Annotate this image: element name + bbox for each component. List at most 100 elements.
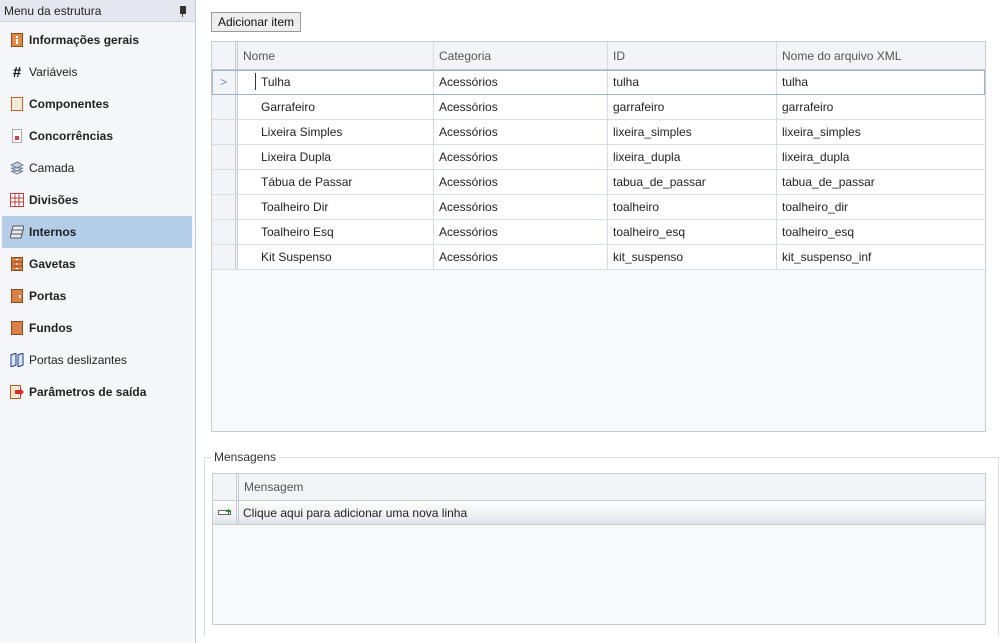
menu-item-variaveis[interactable]: # Variáveis — [2, 56, 192, 88]
main-content: Adicionar item Nome Categoria ID Nome do… — [201, 0, 1003, 643]
row-selector[interactable] — [212, 245, 238, 269]
cell-nome[interactable]: Tulha — [238, 70, 434, 94]
menu-item-label: Informações gerais — [29, 33, 140, 47]
structure-menu-title: Menu da estrutura — [4, 3, 102, 18]
row-selector-header[interactable] — [212, 42, 238, 69]
messages-legend: Mensagens — [211, 450, 280, 464]
menu-item-camada[interactable]: Camada — [2, 152, 192, 184]
menu-item-label: Divisões — [29, 193, 79, 207]
menu-item-componentes[interactable]: Componentes — [2, 88, 192, 120]
cell-nome[interactable]: Lixeira Simples — [238, 120, 434, 144]
export-icon — [10, 385, 24, 399]
grid-divisions-icon — [10, 193, 24, 207]
column-header-xml[interactable]: Nome do arquivo XML — [777, 42, 984, 69]
menu-item-informacoes-gerais[interactable]: Informações gerais — [2, 24, 192, 56]
table-row[interactable]: Toalheiro Dir Acessórios toalheiro toalh… — [212, 195, 985, 220]
cell-id[interactable]: lixeira_dupla — [608, 145, 777, 169]
cell-nome[interactable]: Toalheiro Esq — [238, 220, 434, 244]
structure-menu-list: Informações gerais # Variáveis Component… — [0, 22, 195, 408]
cell-categoria[interactable]: Acessórios — [434, 220, 608, 244]
cell-categoria[interactable]: Acessórios — [434, 245, 608, 269]
table-row[interactable]: Kit Suspenso Acessórios kit_suspenso kit… — [212, 245, 985, 270]
row-selector[interactable] — [212, 170, 238, 194]
cell-nome[interactable]: Lixeira Dupla — [238, 145, 434, 169]
row-selector[interactable] — [213, 501, 239, 524]
internals-grid: Nome Categoria ID Nome do arquivo XML > … — [211, 41, 986, 432]
cell-xml[interactable]: tulha — [777, 70, 984, 94]
menu-item-label: Gavetas — [29, 257, 76, 271]
menu-item-portas[interactable]: Portas — [2, 280, 192, 312]
cell-categoria[interactable]: Acessórios — [434, 145, 608, 169]
messages-group: Mensagens Mensagem Clique aqui para adic… — [204, 450, 999, 636]
shelf-icon — [10, 225, 24, 239]
row-selector[interactable] — [212, 220, 238, 244]
cell-categoria[interactable]: Acessórios — [434, 70, 608, 94]
column-header-id[interactable]: ID — [608, 42, 777, 69]
menu-item-label: Fundos — [29, 321, 73, 335]
menu-item-concorrencias[interactable]: Concorrências — [2, 120, 192, 152]
cell-nome[interactable]: Toalheiro Dir — [238, 195, 434, 219]
cell-id[interactable]: tulha — [608, 70, 777, 94]
menu-item-portas-deslizantes[interactable]: Portas deslizantes — [2, 344, 192, 376]
cell-id[interactable]: kit_suspenso — [608, 245, 777, 269]
cell-id[interactable]: garrafeiro — [608, 95, 777, 119]
cell-xml[interactable]: lixeira_dupla — [777, 145, 984, 169]
row-selector[interactable] — [212, 95, 238, 119]
cell-xml[interactable]: tabua_de_passar — [777, 170, 984, 194]
messages-header-row: Mensagem — [213, 474, 985, 501]
table-row[interactable]: > Tulha Acessórios tulha tulha — [212, 70, 985, 95]
pin-icon[interactable] — [177, 5, 187, 17]
cell-xml[interactable]: kit_suspenso_inf — [777, 245, 984, 269]
menu-item-label: Variáveis — [29, 65, 78, 79]
cell-categoria[interactable]: Acessórios — [434, 95, 608, 119]
table-row[interactable]: Garrafeiro Acessórios garrafeiro garrafe… — [212, 95, 985, 120]
menu-item-parametros-de-saida[interactable]: Parâmetros de saída — [2, 376, 192, 408]
current-row-indicator[interactable]: > — [212, 70, 238, 94]
menu-item-internos[interactable]: Internos — [2, 216, 192, 248]
cell-nome[interactable]: Tábua de Passar — [238, 170, 434, 194]
cell-id[interactable]: toalheiro_esq — [608, 220, 777, 244]
structure-menu-panel: Menu da estrutura Informações gerais # V… — [0, 0, 196, 643]
cell-categoria[interactable]: Acessórios — [434, 120, 608, 144]
add-item-button[interactable]: Adicionar item — [211, 12, 302, 32]
table-row[interactable]: Tábua de Passar Acessórios tabua_de_pass… — [212, 170, 985, 195]
drawers-icon — [10, 257, 24, 271]
menu-item-gavetas[interactable]: Gavetas — [2, 248, 192, 280]
row-selector[interactable] — [212, 120, 238, 144]
cell-id[interactable]: lixeira_simples — [608, 120, 777, 144]
cell-nome[interactable]: Kit Suspenso — [238, 245, 434, 269]
hash-icon: # — [12, 63, 22, 81]
info-panel-icon — [10, 33, 24, 47]
cell-xml[interactable]: toalheiro_dir — [777, 195, 984, 219]
cell-xml[interactable]: lixeira_simples — [777, 120, 984, 144]
grid-header-row: Nome Categoria ID Nome do arquivo XML — [212, 42, 985, 70]
row-selector-header[interactable] — [213, 474, 239, 500]
table-row[interactable]: Lixeira Simples Acessórios lixeira_simpl… — [212, 120, 985, 145]
table-row[interactable]: Lixeira Dupla Acessórios lixeira_dupla l… — [212, 145, 985, 170]
concurrency-icon — [10, 129, 24, 143]
menu-item-label: Concorrências — [29, 129, 114, 143]
door-icon — [10, 289, 24, 303]
structure-menu-header: Menu da estrutura — [0, 0, 195, 22]
cell-nome[interactable]: Garrafeiro — [238, 95, 434, 119]
menu-item-fundos[interactable]: Fundos — [2, 312, 192, 344]
column-header-nome[interactable]: Nome — [238, 42, 434, 69]
menu-item-label: Parâmetros de saída — [29, 385, 147, 399]
menu-item-divisoes[interactable]: Divisões — [2, 184, 192, 216]
cell-categoria[interactable]: Acessórios — [434, 195, 608, 219]
row-selector[interactable] — [212, 145, 238, 169]
back-panel-icon — [10, 321, 24, 335]
table-row[interactable]: Toalheiro Esq Acessórios toalheiro_esq t… — [212, 220, 985, 245]
cell-id[interactable]: tabua_de_passar — [608, 170, 777, 194]
column-header-categoria[interactable]: Categoria — [434, 42, 608, 69]
add-new-row[interactable]: Clique aqui para adicionar uma nova linh… — [213, 501, 985, 525]
add-new-row-text[interactable]: Clique aqui para adicionar uma nova linh… — [239, 501, 467, 524]
cell-categoria[interactable]: Acessórios — [434, 170, 608, 194]
cell-xml[interactable]: garrafeiro — [777, 95, 984, 119]
cell-id[interactable]: toalheiro — [608, 195, 777, 219]
component-icon — [10, 97, 24, 111]
menu-item-label: Portas deslizantes — [29, 353, 128, 367]
row-selector[interactable] — [212, 195, 238, 219]
column-header-mensagem[interactable]: Mensagem — [239, 474, 985, 500]
cell-xml[interactable]: toalheiro_esq — [777, 220, 984, 244]
